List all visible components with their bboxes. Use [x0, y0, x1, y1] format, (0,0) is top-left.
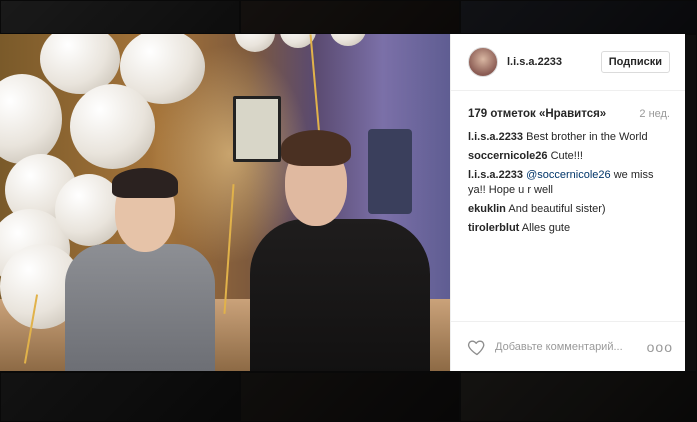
comment-text: And beautiful sister) — [508, 203, 606, 215]
balloon — [70, 84, 155, 169]
person-boy-hair — [112, 168, 178, 198]
comment-bar: ooo — [451, 321, 685, 371]
comment-text: Best brother in the World — [526, 131, 648, 143]
speaker — [368, 129, 412, 214]
comment-list: l.i.s.a.2233 Best brother in the World s… — [451, 120, 685, 240]
comment-input[interactable] — [495, 340, 647, 353]
comment-author[interactable]: soccernicole26 — [468, 150, 548, 162]
comment-item: tirolerblut Alles gute — [468, 221, 670, 236]
avatar[interactable] — [468, 47, 498, 77]
likes-count[interactable]: 179 отметок «Нравится» — [468, 108, 606, 120]
post-timestamp[interactable]: 2 нед. — [639, 108, 670, 120]
follow-button[interactable]: Подписки — [600, 51, 670, 73]
person-girl-hair — [281, 130, 351, 166]
post-sidebar: l.i.s.a.2233 Подписки 179 отметок «Нрави… — [450, 34, 685, 371]
post-header: l.i.s.a.2233 Подписки — [451, 34, 685, 91]
post-photo[interactable] — [0, 34, 450, 371]
balloon — [330, 34, 366, 46]
heart-icon[interactable] — [467, 337, 487, 357]
comment-item: l.i.s.a.2233 @soccernicole26 we miss ya!… — [468, 168, 670, 198]
comment-author[interactable]: l.i.s.a.2233 — [468, 169, 523, 181]
balloon — [0, 74, 62, 164]
more-options-icon[interactable]: ooo — [647, 340, 673, 354]
username-link[interactable]: l.i.s.a.2233 — [507, 56, 601, 68]
comment-author[interactable]: l.i.s.a.2233 — [468, 131, 523, 143]
comment-item: l.i.s.a.2233 Best brother in the World — [468, 130, 670, 145]
post-modal: l.i.s.a.2233 Подписки 179 отметок «Нрави… — [0, 34, 685, 371]
person-girl — [250, 219, 430, 371]
person-boy — [65, 244, 215, 371]
comment-author[interactable]: ekuklin — [468, 203, 506, 215]
comment-item: soccernicole26 Cute!!! — [468, 149, 670, 164]
wall-screen — [233, 96, 281, 162]
comment-mention[interactable]: @soccernicole26 — [526, 169, 611, 181]
post-meta: 179 отметок «Нравится» 2 нед. — [451, 91, 685, 120]
comment-item: ekuklin And beautiful sister) — [468, 202, 670, 217]
comment-text: Cute!!! — [550, 150, 583, 162]
comment-text: Alles gute — [521, 222, 571, 234]
comment-author[interactable]: tirolerblut — [468, 222, 519, 234]
